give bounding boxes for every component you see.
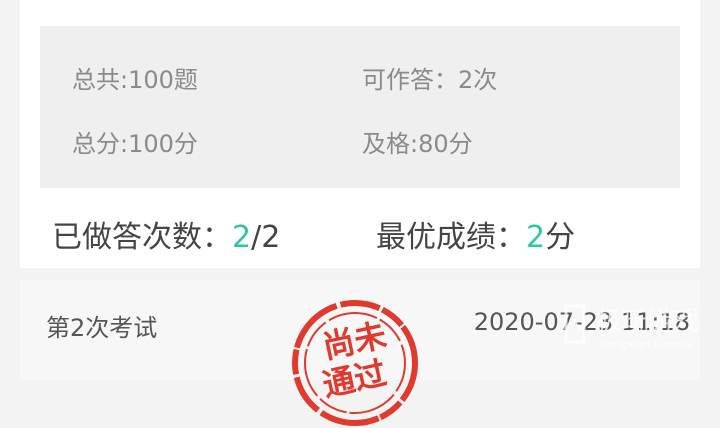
best-score-value: 2 xyxy=(526,220,546,255)
best-score-unit: 分 xyxy=(545,220,576,255)
total-score-text: 总分:100分 xyxy=(72,130,198,158)
answered-count-total: /2 xyxy=(251,220,281,255)
exam-summary-box: 总共:100题 可作答：2次 总分:100分 及格:80分 xyxy=(40,26,680,188)
best-score-stat: 最优成绩：2分 xyxy=(376,212,575,256)
exam-info-card: 总共:100题 可作答：2次 总分:100分 及格:80分 已做答次数：2/2 … xyxy=(20,0,700,268)
passing-score-text: 及格:80分 xyxy=(362,130,473,158)
attempts-allowed-text: 可作答：2次 xyxy=(362,66,498,94)
svg-text:极玩游戏: 极玩游戏 xyxy=(596,307,700,337)
total-questions-text: 总共:100题 xyxy=(72,66,198,94)
answered-count-stat: 已做答次数：2/2 xyxy=(52,212,280,256)
best-score-label: 最优成绩： xyxy=(376,220,526,255)
svg-text:Rengwan Games: Rengwan Games xyxy=(600,338,693,351)
watermark-logo-icon: 极玩游戏 Rengwan Games xyxy=(564,304,700,351)
not-passed-stamp-icon: 尚未 通过 xyxy=(292,300,418,426)
answered-count-value: 2 xyxy=(232,220,252,255)
exam-name: 第2次考试 xyxy=(46,314,158,342)
answered-count-label: 已做答次数： xyxy=(52,220,232,255)
